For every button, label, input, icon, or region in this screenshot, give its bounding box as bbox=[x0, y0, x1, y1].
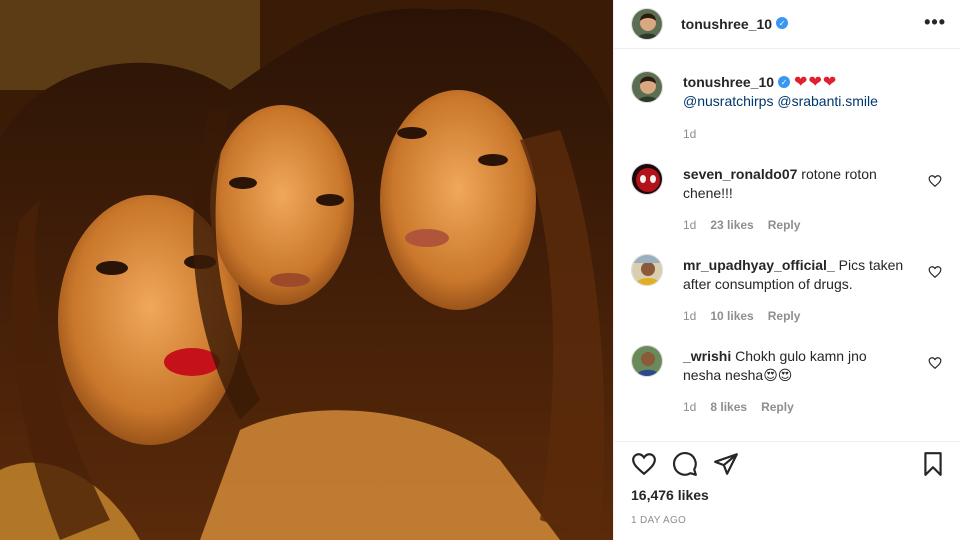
comment-meta: 1d 8 likes Reply bbox=[683, 400, 808, 414]
mention-link-1[interactable]: @nusratchirps bbox=[683, 93, 773, 109]
reply-button[interactable]: Reply bbox=[768, 309, 801, 323]
save-bookmark-icon[interactable] bbox=[920, 451, 946, 477]
comment-username[interactable]: mr_upadhyay_official_ bbox=[683, 257, 835, 273]
comments-list: tonushree_10 ✓ ❤❤❤ @nusratchirps @srabanti… bbox=[614, 49, 960, 441]
caption-avatar[interactable] bbox=[631, 71, 663, 103]
comment-emoji: 😍😍 bbox=[763, 367, 793, 383]
author-avatar[interactable] bbox=[631, 8, 663, 40]
comment-body: mr_upadhyay_official_ Pics taken after c… bbox=[683, 256, 906, 294]
comment-meta: 1d 10 likes Reply bbox=[683, 309, 814, 323]
comment-age[interactable]: 1d bbox=[683, 400, 696, 414]
comment-likes[interactable]: 8 likes bbox=[710, 400, 747, 414]
caption-age[interactable]: 1d bbox=[683, 127, 696, 141]
comment-age[interactable]: 1d bbox=[683, 309, 696, 323]
post-photo[interactable] bbox=[0, 0, 613, 540]
more-options-icon[interactable]: ••• bbox=[924, 12, 946, 33]
commenter-avatar[interactable] bbox=[631, 345, 663, 377]
verified-badge-icon: ✓ bbox=[776, 17, 789, 29]
comment-likes[interactable]: 23 likes bbox=[710, 218, 753, 232]
comment-age[interactable]: 1d bbox=[683, 218, 696, 232]
comment-likes[interactable]: 10 likes bbox=[710, 309, 753, 323]
post-side-panel: tonushree_10 ✓ ••• tonushree_10 ✓ ❤❤❤ @nus… bbox=[613, 0, 960, 540]
photo-illustration bbox=[0, 0, 613, 540]
commenter-avatar[interactable] bbox=[631, 163, 663, 195]
commenter-avatar[interactable] bbox=[631, 254, 663, 286]
like-heart-icon[interactable] bbox=[631, 451, 657, 477]
comment-username[interactable]: seven_ronaldo07 bbox=[683, 166, 797, 182]
comment-body: seven_ronaldo07 rotone roton chene!!! bbox=[683, 165, 906, 203]
caption-hearts: ❤❤❤ bbox=[794, 74, 838, 91]
mention-link-2[interactable]: @srabanti.smile bbox=[777, 93, 878, 109]
post-header: tonushree_10 ✓ ••• bbox=[614, 0, 960, 49]
comment-bubble-icon[interactable] bbox=[672, 451, 698, 477]
comment-meta: 1d 23 likes Reply bbox=[683, 218, 814, 232]
comment-username[interactable]: _wrishi bbox=[683, 348, 731, 364]
reply-button[interactable]: Reply bbox=[761, 400, 794, 414]
post-timestamp[interactable]: 1 DAY AGO bbox=[631, 515, 686, 526]
like-comment-heart-icon[interactable] bbox=[928, 174, 942, 188]
caption-verified-badge-icon: ✓ bbox=[778, 76, 791, 89]
author-username[interactable]: tonushree_10 bbox=[681, 16, 772, 32]
caption-body: tonushree_10 ✓ ❤❤❤ @nusratchirps @srabanti… bbox=[683, 73, 906, 111]
comment-body: _wrishi Chokh gulo kamn jno nesha nesha😍… bbox=[683, 347, 906, 385]
post-like-count[interactable]: 16,476 likes bbox=[631, 487, 709, 503]
like-comment-heart-icon[interactable] bbox=[928, 265, 942, 279]
post-actions: 16,476 likes 1 DAY AGO bbox=[614, 441, 960, 540]
caption-meta: 1d bbox=[683, 127, 710, 141]
share-paper-plane-icon[interactable] bbox=[713, 451, 739, 477]
like-comment-heart-icon[interactable] bbox=[928, 356, 942, 370]
reply-button[interactable]: Reply bbox=[768, 218, 801, 232]
caption-username[interactable]: tonushree_10 bbox=[683, 74, 774, 90]
